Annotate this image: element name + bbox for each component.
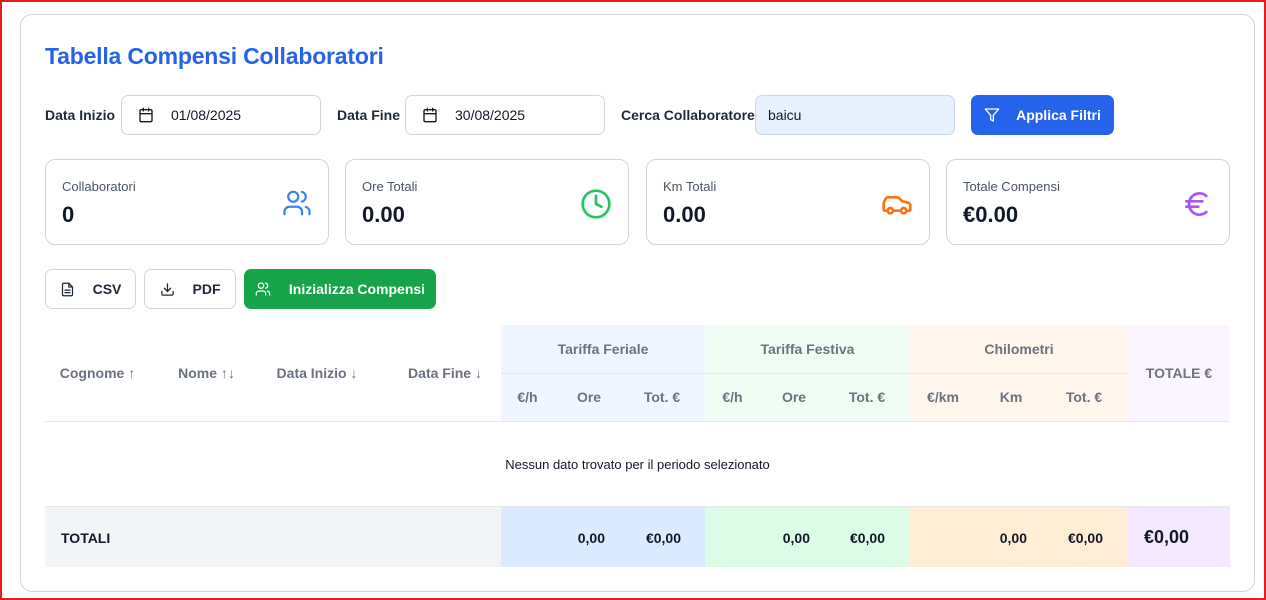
csv-export-button[interactable]: CSV (45, 269, 136, 309)
page-title: Tabella Compensi Collaboratori (45, 43, 384, 69)
subheader-divider (501, 373, 1128, 374)
sub-feriale-ore: Ore (576, 389, 602, 405)
start-date-value: 01/08/2025 (171, 107, 242, 123)
start-date-input[interactable]: 01/08/2025 (121, 95, 321, 135)
stat-card-collaboratori: Collaboratori 0 (45, 159, 329, 245)
totals-km-tot: €0,00 (1067, 530, 1103, 546)
users-icon (283, 190, 311, 216)
col-data-fine[interactable]: Data Fine ↓ (395, 365, 495, 381)
sub-festiva-tot: Tot. € (848, 389, 886, 405)
apply-filters-label: Applica Filtri (1016, 107, 1101, 123)
stat-value: 0 (62, 202, 75, 227)
stat-label: Km Totali (663, 179, 717, 194)
search-label: Cerca Collaboratore (621, 107, 755, 123)
group-chilometri: Chilometri (984, 341, 1054, 357)
totals-feriale-tot: €0,00 (645, 530, 681, 546)
sub-feriale-tot: Tot. € (643, 389, 681, 405)
init-compensi-button[interactable]: Inizializza Compensi (244, 269, 436, 309)
filter-icon (984, 108, 1000, 122)
totals-festiva-ore: 0,00 (782, 530, 810, 546)
end-date-label: Data Fine (337, 107, 401, 123)
totals-grand-total: €0,00 (1144, 527, 1190, 547)
sub-km-tot: Tot. € (1065, 389, 1103, 405)
download-icon (160, 282, 174, 296)
col-data-inizio[interactable]: Data Inizio ↓ (267, 365, 367, 381)
header-divider (45, 421, 1230, 422)
stat-label: Collaboratori (62, 179, 136, 194)
stat-card-totale: Totale Compensi €0.00 (946, 159, 1230, 245)
stat-value: 0.00 (362, 202, 405, 227)
totals-festiva-tot: €0,00 (849, 530, 885, 546)
stat-card-ore: Ore Totali 0.00 (345, 159, 629, 245)
stat-label: Ore Totali (362, 179, 418, 194)
empty-state-message: Nessun dato trovato per il periodo selez… (505, 457, 770, 472)
euro-icon (1185, 191, 1208, 216)
sub-km-eur-km: €/km (927, 389, 959, 405)
end-date-input[interactable]: 30/08/2025 (405, 95, 605, 135)
car-icon (882, 196, 912, 215)
sub-festiva-ore: Ore (781, 389, 807, 405)
col-totale[interactable]: TOTALE € (1128, 365, 1230, 381)
search-input[interactable] (755, 95, 955, 135)
sub-feriale-eur-h: €/h (517, 389, 538, 405)
sub-km-km: Km (999, 389, 1023, 405)
col-nome[interactable]: Nome ↑↓ (160, 365, 253, 381)
col-cognome[interactable]: Cognome ↑ (45, 365, 150, 381)
file-text-icon (61, 282, 73, 296)
start-date-label: Data Inizio (45, 107, 116, 123)
sub-festiva-eur-h: €/h (722, 389, 743, 405)
stat-value: 0.00 (663, 202, 706, 227)
totals-feriale-ore: 0,00 (577, 530, 605, 546)
clock-icon (581, 189, 611, 219)
totals-label-bg (45, 507, 501, 567)
group-tariffa-festiva: Tariffa Festiva (760, 341, 855, 357)
init-compensi-label: Inizializza Compensi (288, 281, 426, 297)
apply-filters-button[interactable]: Applica Filtri (971, 95, 1114, 135)
totals-km-km: 0,00 (999, 530, 1027, 546)
calendar-icon (423, 107, 437, 123)
csv-label: CSV (92, 281, 122, 297)
totals-label: TOTALI (61, 530, 111, 546)
pdf-label: PDF (192, 281, 221, 297)
users-icon (255, 282, 271, 296)
stat-label: Totale Compensi (963, 179, 1060, 194)
compensi-table: Cognome ↑ Nome ↑↓ Data Inizio ↓ Data Fin… (45, 325, 1230, 567)
group-tariffa-feriale: Tariffa Feriale (557, 341, 649, 357)
stat-value: €0.00 (963, 202, 1019, 227)
stat-card-km: Km Totali 0.00 (646, 159, 930, 245)
calendar-icon (139, 107, 153, 123)
end-date-value: 30/08/2025 (455, 107, 526, 123)
pdf-export-button[interactable]: PDF (144, 269, 236, 309)
